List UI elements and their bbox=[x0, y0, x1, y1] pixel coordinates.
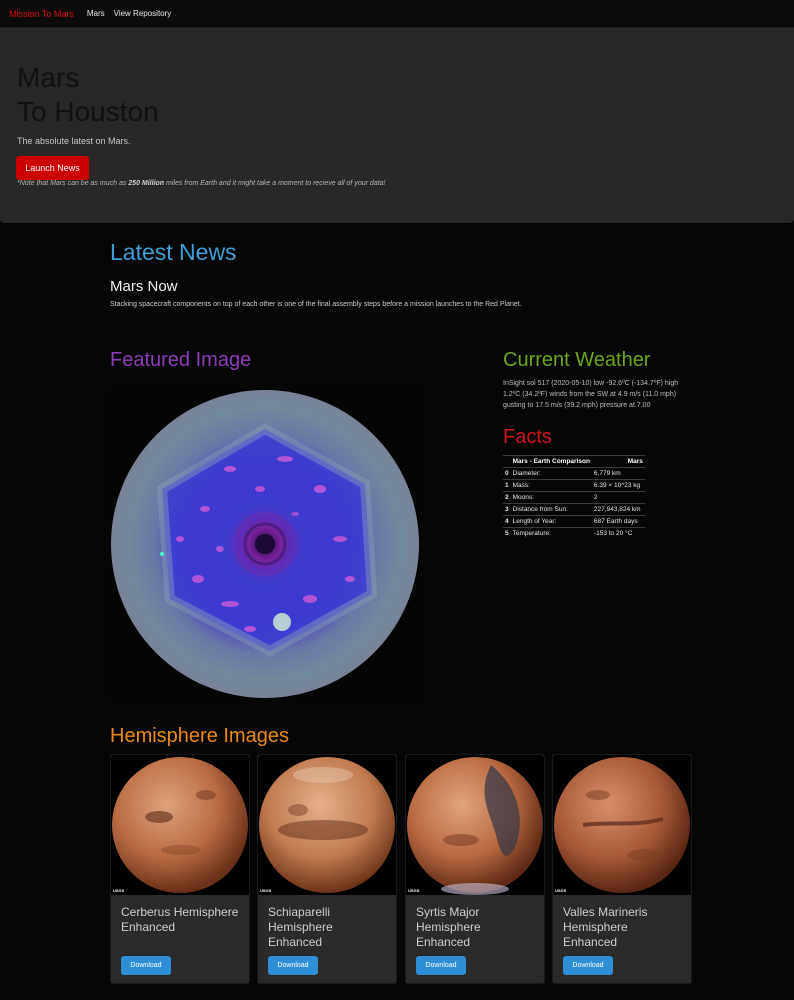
jumbotron: Mars To Houston The absolute latest on M… bbox=[0, 28, 794, 223]
row-index: 2 bbox=[503, 491, 511, 504]
row-index: 4 bbox=[503, 515, 511, 528]
hemisphere-image[interactable]: USGS bbox=[111, 755, 249, 895]
usgs-logo: USGS bbox=[408, 888, 420, 893]
nav-link-mars[interactable]: Mars bbox=[87, 9, 105, 18]
row-value: 6,779 km bbox=[591, 467, 645, 480]
download-button[interactable]: Download bbox=[416, 956, 466, 975]
row-value: 2 bbox=[591, 491, 645, 504]
hemisphere-card-cerberus: USGS Cerberus Hemisphere Enhanced Downlo… bbox=[110, 754, 250, 984]
news-headline: Mars Now bbox=[110, 278, 178, 295]
facts-header-comparison: Mars - Earth Comparison bbox=[510, 455, 592, 468]
hemisphere-name: Syrtis Major Hemisphere Enhanced bbox=[416, 905, 481, 949]
row-value: -153 to 20 °C bbox=[591, 527, 645, 540]
hemisphere-image[interactable]: USGS bbox=[258, 755, 396, 895]
usgs-logo: USGS bbox=[555, 888, 567, 893]
row-value: 227,943,824 km bbox=[591, 503, 645, 516]
lead-text: The absolute latest on Mars. bbox=[17, 136, 131, 146]
nav-link-view-repository[interactable]: View Repository bbox=[114, 9, 172, 18]
brand-link[interactable]: Mission To Mars bbox=[9, 9, 74, 19]
row-label: Diameter: bbox=[510, 467, 592, 480]
row-label: Distance from Sun: bbox=[510, 503, 592, 516]
facts-table: Mars - Earth Comparison Mars 0 Diameter: 6… bbox=[503, 455, 645, 540]
hemisphere-image[interactable]: USGS bbox=[406, 755, 544, 895]
facts-header-index bbox=[503, 455, 511, 468]
hemisphere-name: Schiaparelli Hemisphere Enhanced bbox=[268, 905, 333, 949]
table-row: 4 Length of Year: 687 Earth days bbox=[503, 515, 645, 528]
facts-header-mars: Mars bbox=[591, 455, 645, 468]
weather-text: InSight sol 517 (2020-05-10) low -92.6ºC… bbox=[503, 380, 679, 409]
title-line-2: To Houston bbox=[17, 96, 159, 127]
title-line-1: Mars bbox=[17, 62, 80, 93]
row-index: 3 bbox=[503, 503, 511, 516]
row-label: Moons: bbox=[510, 491, 592, 504]
latest-news-title: Latest News bbox=[110, 239, 237, 265]
facts-title: Facts bbox=[503, 426, 552, 448]
facts-header-row: Mars - Earth Comparison Mars bbox=[503, 455, 645, 468]
table-row: 2 Moons: 2 bbox=[503, 491, 645, 504]
row-value: 6.39 × 10^23 kg bbox=[591, 479, 645, 492]
hemisphere-card-valles-marineris: USGS Valles Marineris Hemisphere Enhance… bbox=[552, 754, 692, 984]
note-part-1: *Note that Mars can be as much as bbox=[17, 180, 129, 187]
hemisphere-card-syrtis-major: USGS Syrtis Major Hemisphere Enhanced Do… bbox=[405, 754, 545, 984]
page-title: Mars To Houston bbox=[17, 61, 159, 129]
table-row: 0 Diameter: 6,779 km bbox=[503, 467, 645, 480]
download-button[interactable]: Download bbox=[268, 956, 318, 975]
hemisphere-image[interactable]: USGS bbox=[553, 755, 691, 895]
table-row: 3 Distance from Sun: 227,943,824 km bbox=[503, 503, 645, 516]
hemisphere-name: Cerberus Hemisphere Enhanced bbox=[121, 905, 239, 934]
row-label: Temperature: bbox=[510, 527, 592, 540]
download-button[interactable]: Download bbox=[563, 956, 613, 975]
row-index: 0 bbox=[503, 467, 511, 480]
note-part-2: miles from Earth and it might take a mom… bbox=[164, 180, 386, 187]
row-label: Mass: bbox=[510, 479, 592, 492]
row-label: Length of Year: bbox=[510, 515, 592, 528]
row-value: 687 Earth days bbox=[591, 515, 645, 528]
launch-news-button[interactable]: Launch News bbox=[16, 156, 89, 180]
navbar: Mission To Mars Mars View Repository bbox=[0, 0, 794, 28]
row-index: 1 bbox=[503, 479, 511, 492]
table-row: 1 Mass: 6.39 × 10^23 kg bbox=[503, 479, 645, 492]
hemisphere-name: Valles Marineris Hemisphere Enhanced bbox=[563, 905, 648, 949]
table-row: 5 Temperature: -153 to 20 °C bbox=[503, 527, 645, 540]
usgs-logo: USGS bbox=[113, 888, 125, 893]
note-text: *Note that Mars can be as much as 250 Mi… bbox=[17, 180, 385, 187]
row-index: 5 bbox=[503, 527, 511, 540]
featured-image[interactable] bbox=[110, 389, 420, 699]
current-weather-title: Current Weather bbox=[503, 349, 651, 371]
note-bold: 250 Million bbox=[128, 180, 165, 187]
news-paragraph: Stacking spacecraft components on top of… bbox=[110, 301, 522, 308]
hemisphere-card-schiaparelli: USGS Schiaparelli Hemisphere Enhanced Do… bbox=[257, 754, 397, 984]
usgs-logo: USGS bbox=[260, 888, 272, 893]
hemisphere-images-title: Hemisphere Images bbox=[110, 725, 289, 747]
featured-image-title: Featured Image bbox=[110, 349, 252, 371]
download-button[interactable]: Download bbox=[121, 956, 171, 975]
